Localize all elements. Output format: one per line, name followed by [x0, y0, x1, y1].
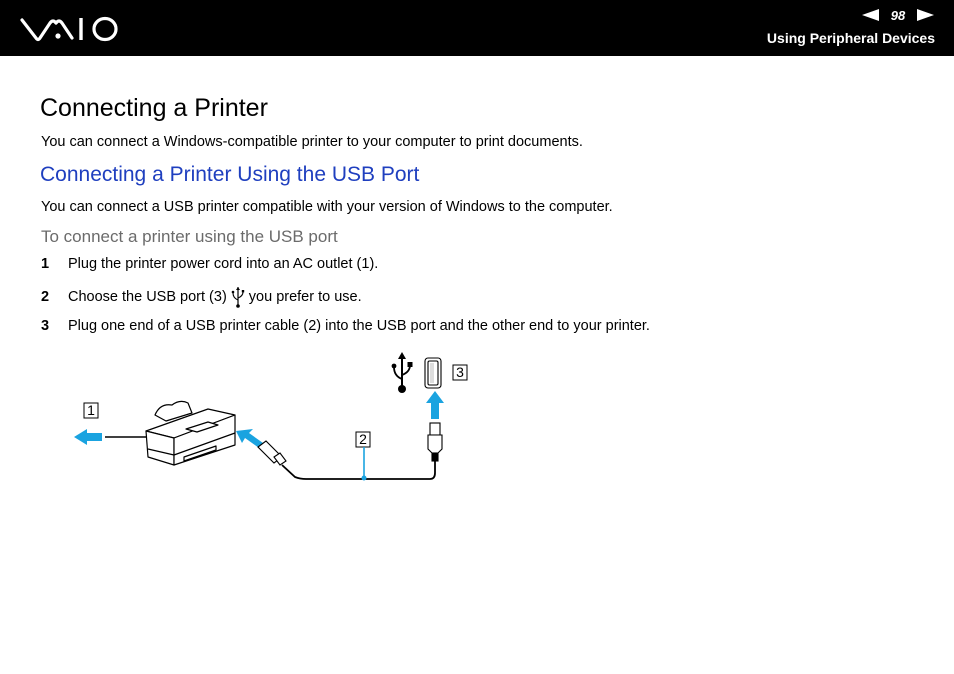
step-1: 1 Plug the printer power cord into an AC… [41, 256, 378, 272]
procedure-title: To connect a printer using the USB port [41, 227, 338, 246]
triangle-right-icon[interactable] [917, 9, 934, 21]
callout-3: 3 [452, 364, 468, 381]
sub-intro-text: You can connect a USB printer compatible… [41, 199, 613, 215]
step-number: 3 [41, 318, 50, 334]
step-number: 1 [41, 256, 50, 272]
step-text-before: Choose the USB port (3) [68, 289, 227, 305]
triangle-left-icon[interactable] [862, 9, 879, 21]
page-header: 98 Using Peripheral Devices [0, 0, 954, 56]
page-title: Connecting a Printer [40, 94, 268, 122]
usb-port-arrow [426, 391, 444, 419]
callout-3-label: 3 [456, 364, 464, 380]
page-navigation: 98 [862, 6, 934, 24]
callout-1-label: 1 [87, 402, 95, 418]
callout-2-label: 2 [359, 431, 367, 447]
callout-1: 1 [83, 402, 99, 419]
usb-b-plug [257, 440, 287, 466]
usb-icon [231, 287, 244, 308]
step-number: 2 [41, 289, 50, 305]
step-text-after: you prefer to use. [248, 289, 362, 305]
printer-icon [145, 400, 236, 466]
vaio-logo [20, 16, 118, 42]
step-text: Plug the printer power cord into an AC o… [68, 256, 379, 272]
intro-text: You can connect a Windows-compatible pri… [41, 134, 583, 150]
callout-2: 2 [355, 431, 371, 481]
usb-a-plug [427, 422, 443, 462]
usb-printer-cable [281, 461, 436, 480]
section-label: Using Peripheral Devices [766, 30, 935, 46]
printer-connection-diagram: 1 2 3 [74, 352, 468, 481]
page-number: 98 [890, 7, 906, 23]
step-3: 3 Plug one end of a USB printer cable (2… [41, 318, 650, 334]
step-2: 2 Choose the USB port (3) you prefer to … [41, 286, 362, 308]
usb-icon [391, 352, 413, 393]
ac-outlet-arrow [74, 429, 102, 445]
printer-usb-arrow [236, 429, 263, 448]
usb-port [424, 357, 442, 389]
section-subtitle: Connecting a Printer Using the USB Port [40, 163, 420, 186]
step-text: Plug one end of a USB printer cable (2) … [68, 318, 650, 334]
